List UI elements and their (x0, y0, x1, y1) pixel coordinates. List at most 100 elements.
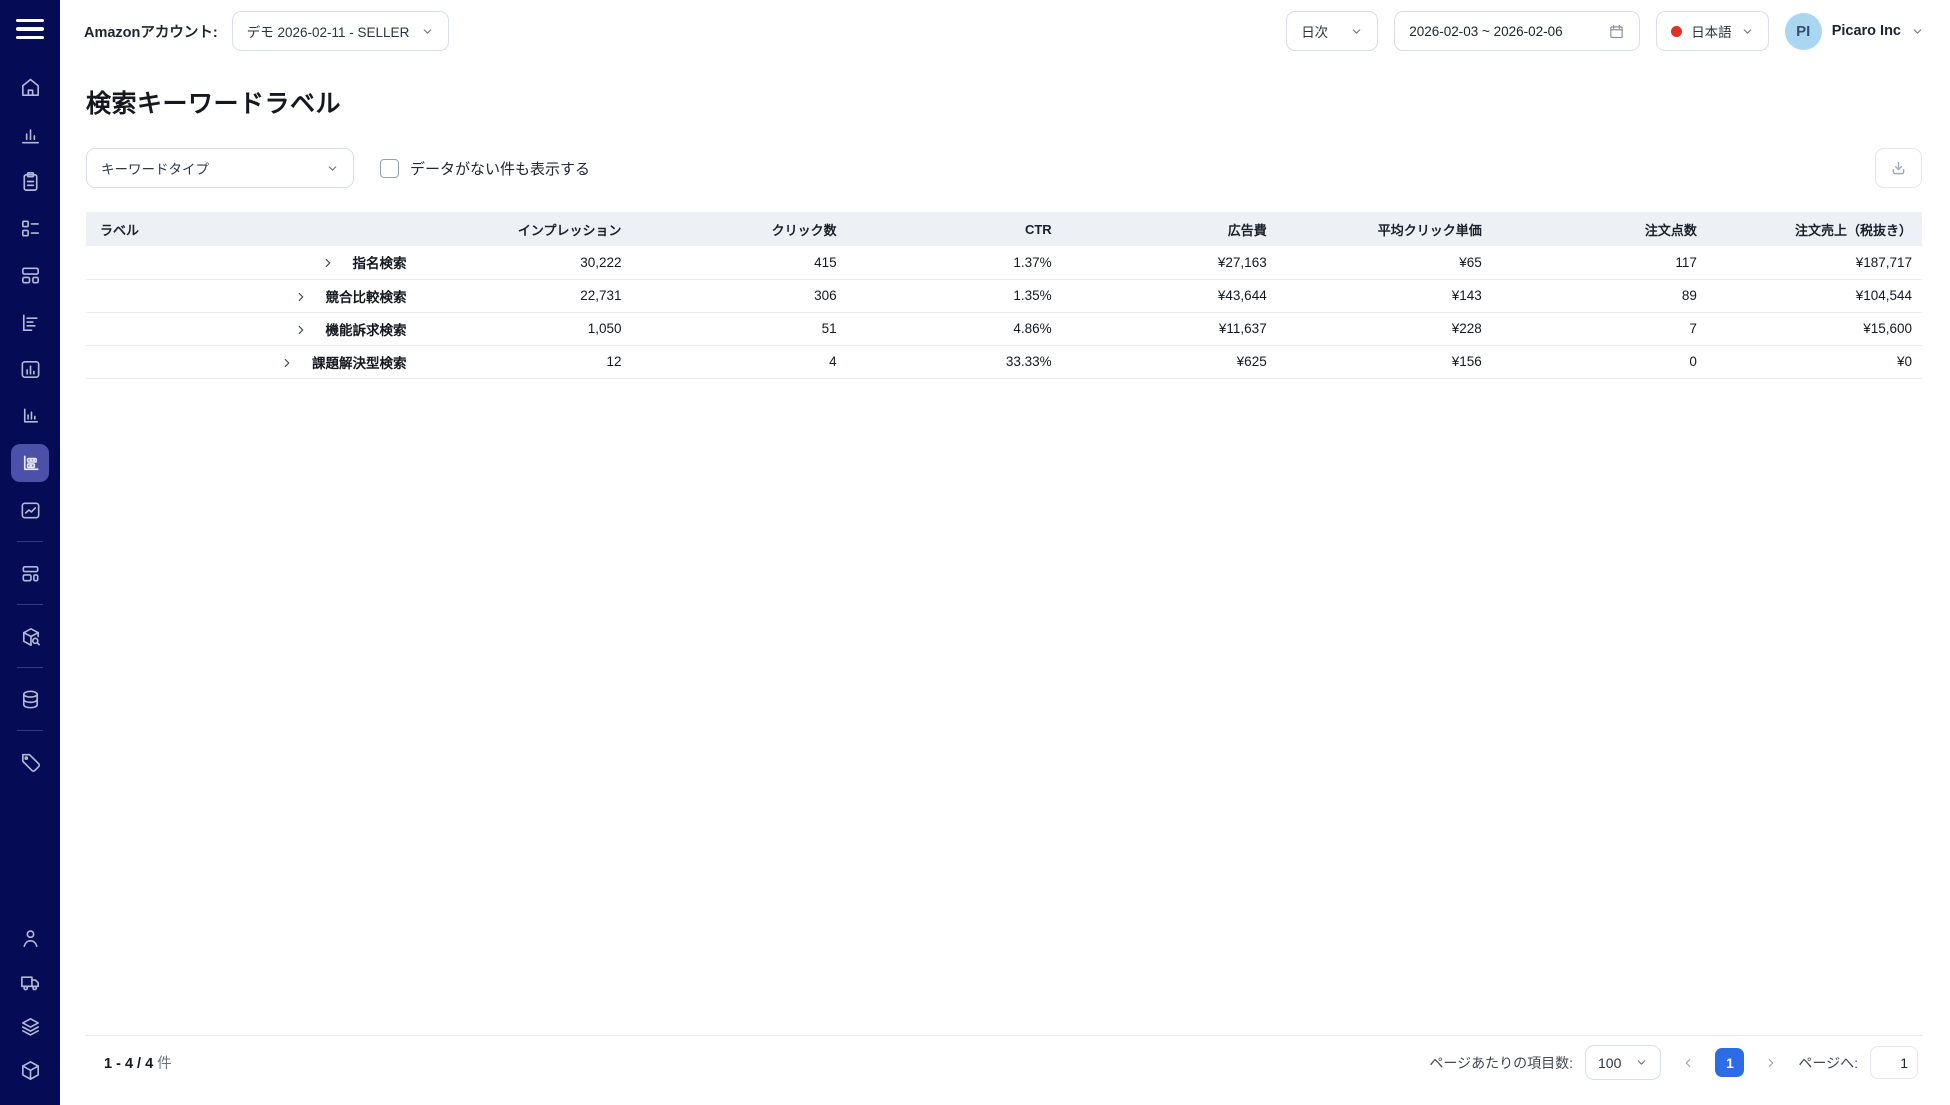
col-header-sales[interactable]: 注文売上（税抜き） (1707, 212, 1922, 246)
top-header: Amazonアカウント: デモ 2026-02-11 - SELLER 日次 2… (60, 0, 1950, 62)
table-row[interactable]: 課題解決型検索 12 4 33.33% ¥625 ¥156 0 ¥0 (86, 345, 1922, 378)
bar-chart-icon[interactable] (11, 115, 49, 153)
date-range-value: 2026-02-03 ~ 2026-02-06 (1409, 24, 1563, 39)
cell-ctr: 4.86% (847, 312, 1062, 345)
chevron-left-icon (1681, 1056, 1695, 1070)
col-header-label[interactable]: ラベル (86, 212, 416, 246)
cell-ad-cost: ¥27,163 (1062, 246, 1277, 279)
header-right: 日次 2026-02-03 ~ 2026-02-06 日本語 PI Picaro… (1286, 11, 1924, 51)
prev-page-button[interactable] (1673, 1048, 1703, 1078)
clipboard-icon[interactable] (11, 162, 49, 200)
cell-avg-cpc: ¥65 (1277, 246, 1492, 279)
hamburger-menu-icon[interactable] (11, 12, 49, 46)
show-empty-checkbox-wrap[interactable]: データがない件も表示する (380, 158, 590, 179)
expand-chevron-icon[interactable] (294, 323, 308, 337)
goto-page-input[interactable] (1870, 1046, 1918, 1079)
layout-list-icon[interactable] (11, 209, 49, 247)
company-name: Picaro Inc (1832, 23, 1901, 39)
layout-grid-icon[interactable] (11, 554, 49, 592)
table-row[interactable]: 競合比較検索 22,731 306 1.35% ¥43,644 ¥143 89 … (86, 279, 1922, 312)
next-page-button[interactable] (1756, 1048, 1786, 1078)
col-header-clicks[interactable]: クリック数 (632, 212, 847, 246)
nav-divider (17, 667, 43, 668)
per-page-select[interactable]: 100 (1585, 1045, 1661, 1080)
cell-orders: 0 (1492, 345, 1707, 378)
chevron-right-icon (1764, 1056, 1778, 1070)
show-empty-checkbox-label: データがない件も表示する (410, 158, 590, 179)
main-area: Amazonアカウント: デモ 2026-02-11 - SELLER 日次 2… (60, 0, 1950, 1105)
download-button[interactable] (1875, 148, 1922, 188)
cell-clicks: 415 (632, 246, 847, 279)
user-menu[interactable]: PI Picaro Inc (1785, 13, 1924, 50)
expand-chevron-icon[interactable] (280, 356, 294, 370)
cell-sales: ¥187,717 (1707, 246, 1922, 279)
sidebar (0, 0, 60, 1105)
chevron-down-icon (1350, 25, 1363, 38)
table-row[interactable]: 指名検索 30,222 415 1.37% ¥27,163 ¥65 117 ¥1… (86, 246, 1922, 279)
cell-sales: ¥15,600 (1707, 312, 1922, 345)
chevron-down-icon (1635, 1056, 1648, 1069)
cell-ctr: 1.37% (847, 246, 1062, 279)
row-label: 機能訴求検索 (325, 323, 406, 338)
account-select[interactable]: デモ 2026-02-11 - SELLER (232, 11, 450, 51)
cell-clicks: 4 (632, 345, 847, 378)
account-select-value: デモ 2026-02-11 - SELLER (247, 21, 410, 41)
cell-impressions: 12 (416, 345, 631, 378)
japan-flag-icon (1671, 26, 1682, 37)
period-select-value: 日次 (1301, 21, 1328, 41)
truck-icon[interactable] (11, 963, 49, 1001)
pagination-footer: 1 - 4 / 4件 ページあたりの項目数: 100 1 ページへ: (86, 1035, 1922, 1089)
chart-report-icon[interactable] (11, 350, 49, 388)
cell-sales: ¥104,544 (1707, 279, 1922, 312)
layout-dashboard-icon[interactable] (11, 256, 49, 294)
per-page-label: ページあたりの項目数: (1429, 1053, 1573, 1073)
keyword-label-table: ラベル インプレッション クリック数 CTR 広告費 平均クリック単価 注文点数… (86, 212, 1922, 379)
chevron-down-icon (1741, 25, 1754, 38)
sidebar-nav (0, 68, 60, 790)
layers-icon[interactable] (11, 1007, 49, 1045)
result-range: 1 - 4 / 4件 (104, 1052, 172, 1073)
table-header-row: ラベル インプレッション クリック数 CTR 広告費 平均クリック単価 注文点数… (86, 212, 1922, 246)
cell-ad-cost: ¥625 (1062, 345, 1277, 378)
language-select-value: 日本語 (1691, 21, 1732, 41)
col-header-ad-cost[interactable]: 広告費 (1062, 212, 1277, 246)
period-select[interactable]: 日次 (1286, 11, 1378, 51)
show-empty-checkbox[interactable] (380, 159, 399, 178)
cell-avg-cpc: ¥156 (1277, 345, 1492, 378)
expand-chevron-icon[interactable] (294, 290, 308, 304)
cell-ad-cost: ¥11,637 (1062, 312, 1277, 345)
row-label: 競合比較検索 (325, 290, 406, 305)
pagination-controls: ページあたりの項目数: 100 1 ページへ: (1429, 1045, 1918, 1080)
package-icon[interactable] (11, 1051, 49, 1089)
chart-report-alt-icon[interactable] (11, 397, 49, 435)
col-header-impressions[interactable]: インプレッション (416, 212, 631, 246)
cell-impressions: 1,050 (416, 312, 631, 345)
home-icon[interactable] (11, 68, 49, 106)
result-range-unit: 件 (157, 1056, 172, 1072)
expand-chevron-icon[interactable] (321, 256, 335, 270)
col-header-avg-cpc[interactable]: 平均クリック単価 (1277, 212, 1492, 246)
chart-horizontal-bars-icon[interactable] (11, 303, 49, 341)
package-search-icon[interactable] (11, 617, 49, 655)
cell-clicks: 306 (632, 279, 847, 312)
keyword-type-select[interactable]: キーワードタイプ (86, 148, 354, 188)
current-page-button[interactable]: 1 (1715, 1048, 1744, 1077)
cell-sales: ¥0 (1707, 345, 1922, 378)
table-row[interactable]: 機能訴求検索 1,050 51 4.86% ¥11,637 ¥228 7 ¥15… (86, 312, 1922, 345)
keyword-label-chart-icon[interactable] (11, 444, 49, 482)
avatar: PI (1785, 13, 1822, 50)
user-icon[interactable] (11, 919, 49, 957)
account-label: Amazonアカウント: (84, 21, 218, 42)
keyword-type-select-value: キーワードタイプ (101, 158, 209, 178)
line-chart-icon[interactable] (11, 491, 49, 529)
col-header-orders[interactable]: 注文点数 (1492, 212, 1707, 246)
col-header-ctr[interactable]: CTR (847, 212, 1062, 246)
language-select[interactable]: 日本語 (1656, 11, 1769, 51)
chevron-down-icon (421, 25, 434, 38)
date-range-picker[interactable]: 2026-02-03 ~ 2026-02-06 (1394, 11, 1640, 51)
download-icon (1889, 159, 1908, 178)
database-icon[interactable] (11, 680, 49, 718)
nav-divider (17, 730, 43, 731)
tag-icon[interactable] (11, 743, 49, 781)
app-window: Amazonアカウント: デモ 2026-02-11 - SELLER 日次 2… (0, 0, 1950, 1105)
